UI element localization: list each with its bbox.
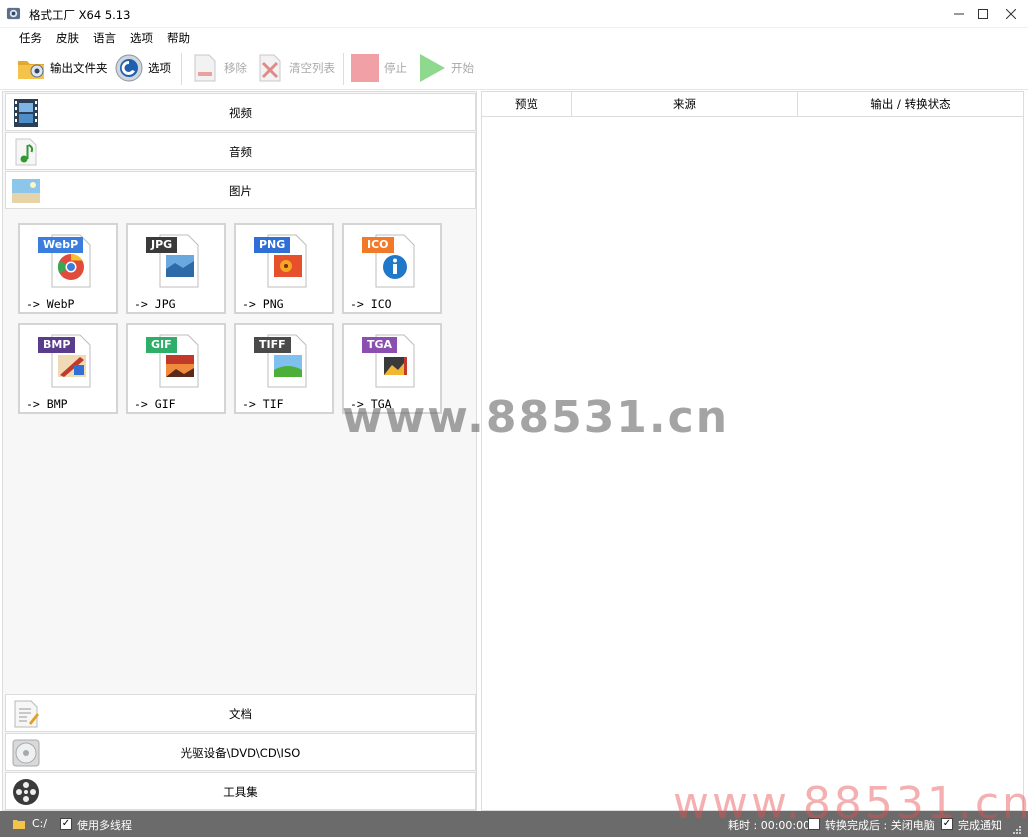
format-tile-webp[interactable]: WebP -> WebP [18,223,118,314]
format-tag: BMP [38,337,76,353]
category-tools[interactable]: 工具集 [5,772,476,810]
folder-path-icon[interactable] [12,817,26,831]
menu-skin[interactable]: 皮肤 [56,30,79,46]
output-folder-label: 输出文件夹 [50,61,108,75]
format-tag: TGA [362,337,398,353]
category-optical-label: 光驱设备\DVD\CD\ISO [180,746,301,760]
play-icon [420,54,445,82]
format-tag: TIFF [254,337,291,353]
minimize-icon [954,13,964,15]
menu-help[interactable]: 帮助 [167,30,190,46]
toolbar-divider [181,53,182,85]
stop-icon [351,54,379,82]
category-video[interactable]: 视频 [5,93,476,131]
format-tag: PNG [254,237,291,253]
format-label: -> BMP [26,397,68,411]
start-label: 开始 [451,61,474,75]
format-label: -> ICO [350,297,392,311]
gear-icon [115,54,143,82]
format-label: -> WebP [26,297,75,311]
format-tile-ico[interactable]: ICO -> ICO [342,223,442,314]
window-title: 格式工厂 X64 5.13 [29,8,131,22]
format-tile-tif[interactable]: TIFF -> TIF [234,323,334,414]
category-video-label: 视频 [229,106,252,120]
after-convert-label: 转换完成后 : 关闭电脑 [825,819,935,832]
multithread-label: 使用多线程 [77,819,132,832]
menu-bar: 任务 皮肤 语言 选项 帮助 [0,28,1028,47]
category-document[interactable]: 文档 [5,694,476,732]
format-tile-jpg[interactable]: JPG -> JPG [126,223,226,314]
format-tile-png[interactable]: PNG -> PNG [234,223,334,314]
clear-list-button[interactable]: 清空列表 [255,51,335,85]
remove-icon [194,54,216,82]
format-label: -> TIF [242,397,284,411]
notify-checkbox[interactable]: ✓ [941,818,953,830]
clear-list-label: 清空列表 [289,61,335,75]
after-convert-checkbox[interactable] [808,818,820,830]
multithread-checkbox[interactable]: ✓ [60,818,72,830]
start-button[interactable]: 开始 [417,51,474,85]
app-icon [6,7,21,20]
resize-grip-icon[interactable] [1012,825,1022,835]
category-document-label: 文档 [229,707,252,721]
folder-icon [18,61,44,79]
format-label: -> GIF [134,397,176,411]
format-tile-tga[interactable]: TGA -> TGA [342,323,442,414]
format-tile-gif[interactable]: GIF -> GIF [126,323,226,414]
category-panel: 视频 音频 图片 WebP -> WebP JPG -> JPG PNG -> … [2,91,477,811]
task-list[interactable]: 预览 来源 输出 / 转换状态 [481,91,1024,811]
format-label: -> JPG [134,297,176,311]
category-audio[interactable]: 音频 [5,132,476,170]
format-tag: ICO [362,237,394,253]
column-source[interactable]: 来源 [572,92,798,117]
clear-list-icon [259,54,281,82]
close-icon [1006,9,1016,19]
format-tile-bmp[interactable]: BMP -> BMP [18,323,118,414]
stop-label: 停止 [384,61,407,75]
toolbar-divider [343,53,344,85]
column-output-status[interactable]: 输出 / 转换状态 [798,92,1023,117]
format-tag: WebP [38,237,84,253]
remove-button[interactable]: 移除 [190,51,247,85]
format-tag: JPG [146,237,178,253]
remove-label: 移除 [224,61,247,75]
options-button[interactable]: 选项 [114,51,171,85]
elapsed-time: 耗时 : 00:00:00 [728,819,811,832]
task-list-header: 预览 来源 输出 / 转换状态 [482,92,1023,117]
status-bar: C:/ ✓ 使用多线程 耗时 : 00:00:00 转换完成后 : 关闭电脑 ✓… [0,811,1028,837]
menu-options[interactable]: 选项 [130,30,153,46]
category-optical[interactable]: 光驱设备\DVD\CD\ISO [5,733,476,771]
column-preview[interactable]: 预览 [482,92,572,117]
stop-button[interactable]: 停止 [350,51,407,85]
notify-label: 完成通知 [958,819,1002,832]
category-tools-label: 工具集 [223,785,258,799]
menu-language[interactable]: 语言 [93,30,116,46]
output-path[interactable]: C:/ [32,817,47,830]
title-bar: 格式工厂 X64 5.13 [0,0,1028,28]
menu-task[interactable]: 任务 [19,30,42,46]
close-button[interactable] [994,0,1028,28]
options-label: 选项 [148,61,171,75]
format-label: -> TGA [350,397,392,411]
toolbar: 输出文件夹 选项 移除 清空列表 停止 开始 [0,47,1028,90]
output-folder-button[interactable]: 输出文件夹 [16,51,108,85]
maximize-icon [978,9,988,19]
category-audio-label: 音频 [229,145,252,159]
category-image-label: 图片 [229,184,252,198]
category-image[interactable]: 图片 [5,171,476,209]
format-tag: GIF [146,337,177,353]
format-label: -> PNG [242,297,284,311]
